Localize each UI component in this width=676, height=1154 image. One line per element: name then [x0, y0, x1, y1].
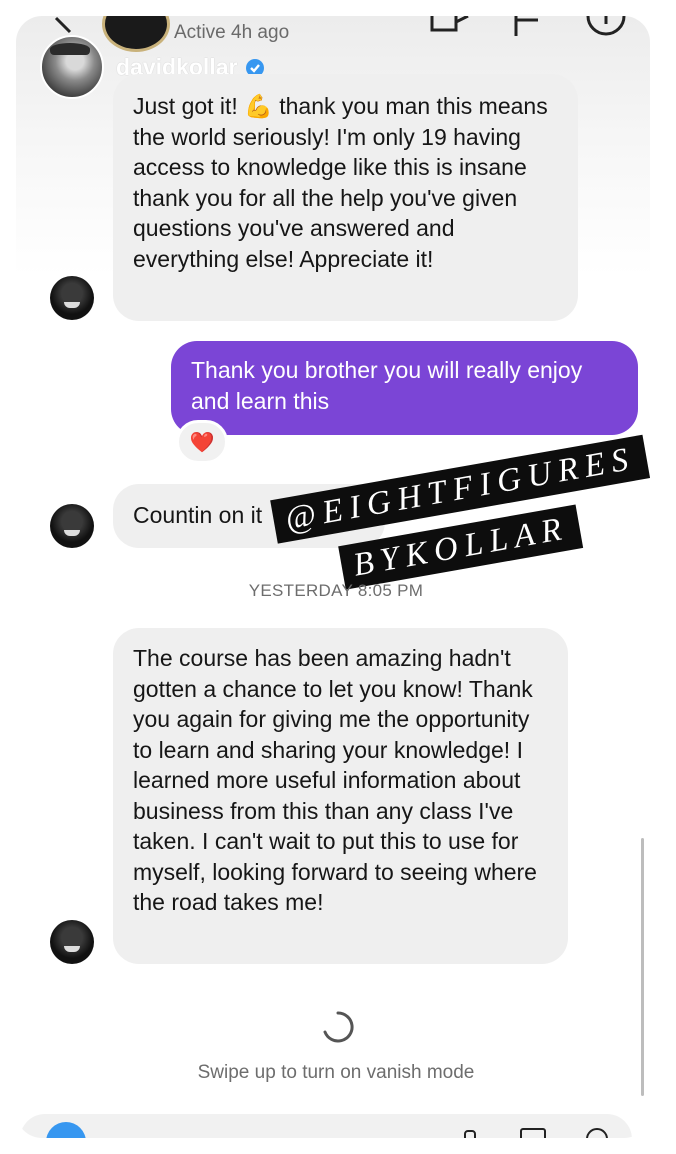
info-icon[interactable]	[586, 16, 626, 38]
cowboy-hat-icon	[50, 43, 90, 55]
vanish-mode-hint[interactable]: Swipe up to turn on vanish mode	[16, 1062, 650, 1084]
camera-button[interactable]	[46, 1122, 86, 1138]
chat-screen: Active 4h ago davidkollar Just got it! 💪…	[16, 16, 650, 1138]
sender-avatar[interactable]	[50, 276, 94, 320]
heart-icon: ❤️	[189, 431, 215, 454]
profile-avatar[interactable]	[40, 35, 104, 99]
incoming-message[interactable]: The course has been amazing hadn't gotte…	[113, 628, 568, 964]
loading-spinner-icon	[323, 1011, 354, 1043]
incoming-message[interactable]: Just got it! 💪 thank you man this means …	[113, 74, 578, 321]
microphone-icon[interactable]	[464, 1130, 476, 1138]
sender-avatar[interactable]	[50, 504, 94, 548]
header-avatar[interactable]	[102, 16, 170, 52]
message-composer[interactable]	[20, 1114, 632, 1138]
flag-icon[interactable]	[512, 16, 546, 38]
sticker-icon[interactable]	[586, 1128, 608, 1138]
video-call-icon[interactable]	[430, 16, 470, 38]
scrollbar[interactable]	[641, 838, 644, 1096]
gallery-icon[interactable]	[520, 1128, 546, 1138]
timestamp: YESTERDAY 8:05 PM	[248, 581, 424, 600]
active-status: Active 4h ago	[174, 22, 290, 43]
sender-avatar[interactable]	[50, 920, 94, 964]
heart-reaction[interactable]: ❤️	[176, 420, 228, 464]
outgoing-message[interactable]: Thank you brother you will really enjoy …	[171, 341, 638, 435]
